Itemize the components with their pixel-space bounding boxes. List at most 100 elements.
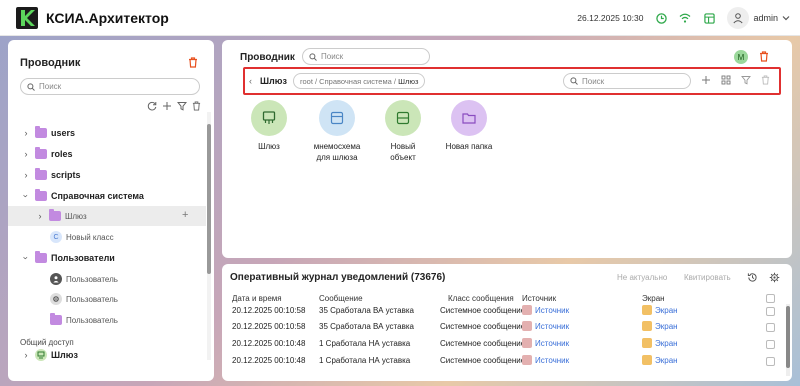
cell-source[interactable]: Источник — [522, 338, 569, 348]
screen-icon — [642, 305, 652, 315]
tree-item-user[interactable]: Пользователь — [8, 269, 206, 289]
current-folder-name: Шлюз — [260, 76, 287, 86]
column-header-message[interactable]: Сообщение — [319, 294, 363, 303]
cell-screen[interactable]: Экран — [642, 305, 678, 315]
column-header-source[interactable]: Источник — [522, 294, 556, 303]
row-checkbox[interactable] — [766, 340, 775, 349]
sidebar-title: Проводник — [20, 57, 81, 69]
grid-view-icon[interactable] — [721, 75, 731, 85]
chevron-right-icon[interactable]: › — [22, 149, 30, 159]
add-icon[interactable]: + — [182, 209, 188, 221]
row-checkbox[interactable] — [766, 307, 775, 316]
chevron-down-icon[interactable]: › — [21, 192, 31, 200]
add-icon[interactable] — [701, 75, 711, 85]
tree-item-shared-gateway[interactable]: › Шлюз — [8, 345, 206, 365]
tree-item-label: users — [51, 128, 76, 138]
layout-icon[interactable] — [703, 12, 715, 24]
cell-class: Системное сообщение — [440, 322, 526, 331]
add-icon[interactable] — [162, 101, 172, 111]
sidebar-scrollbar[interactable] — [207, 112, 211, 360]
search-icon — [570, 77, 578, 85]
user-settings-icon — [50, 293, 62, 305]
cell-source[interactable]: Источник — [522, 355, 569, 365]
chevron-right-icon[interactable]: › — [22, 170, 30, 180]
breadcrumb-current: Шлюз — [398, 76, 419, 86]
folder-icon — [35, 126, 47, 138]
sidebar-explorer: Проводник Поиск › users › roles › script… — [8, 40, 214, 381]
column-header-datetime[interactable]: Дата и время — [232, 294, 282, 303]
tile-new-folder[interactable]: Новая папка — [434, 100, 504, 152]
folder-icon — [35, 251, 47, 263]
table-row[interactable]: 20.12.2025 00:10:48 1 Сработала НА устав… — [222, 354, 782, 370]
mark-irrelevant-button[interactable]: Не актуально — [617, 273, 667, 282]
tile-label: мнемосхема для шлюза — [313, 142, 361, 162]
tree-item-label: Пользователи — [51, 253, 115, 263]
notification-journal: Оперативный журнал уведомлений (73676) Н… — [222, 264, 792, 381]
tile-new-object[interactable]: Новый объект — [368, 100, 438, 163]
user-badge[interactable]: M — [734, 50, 748, 64]
class-icon: C — [50, 231, 62, 243]
trash-icon[interactable] — [192, 101, 201, 111]
cell-screen[interactable]: Экран — [642, 321, 678, 331]
select-all-checkbox[interactable] — [766, 294, 775, 303]
breadcrumb[interactable]: root / Справочная система / Шлюз — [293, 73, 426, 89]
filter-icon[interactable] — [177, 101, 187, 111]
explorer-panel: Проводник Поиск M ‹ Шлюз root / Справочн… — [222, 40, 792, 258]
cell-source[interactable]: Источник — [522, 321, 569, 331]
chevron-right-icon[interactable]: › — [22, 350, 30, 360]
gateway-icon — [35, 349, 47, 361]
path-search-input[interactable]: Поиск — [563, 73, 691, 89]
path-bar: ‹ Шлюз root / Справочная система / Шлюз … — [243, 67, 781, 95]
acknowledge-button[interactable]: Квитировать — [684, 273, 731, 282]
tree-item-users[interactable]: › users — [8, 123, 206, 143]
cell-source[interactable]: Источник — [522, 305, 569, 315]
tree-item-help-system[interactable]: › Справочная система — [8, 186, 206, 206]
sidebar-search-input[interactable]: Поиск — [20, 78, 200, 95]
column-header-screen[interactable]: Экран — [642, 294, 665, 303]
refresh-icon[interactable] — [147, 101, 157, 111]
table-row[interactable]: 20.12.2025 00:10:58 35 Сработала ВА уста… — [222, 320, 782, 336]
folder-icon — [50, 313, 62, 325]
cell-datetime: 20.12.2025 00:10:48 — [232, 356, 306, 365]
chevron-down-icon — [782, 15, 790, 21]
tree-item-user[interactable]: Пользователь — [8, 289, 206, 309]
tree-item-user[interactable]: Пользователь — [8, 310, 206, 330]
chevron-down-icon[interactable]: › — [21, 254, 31, 262]
back-icon[interactable]: ‹ — [249, 76, 252, 86]
cell-message: 35 Сработала ВА уставка — [319, 322, 414, 331]
journal-scrollbar[interactable] — [786, 304, 790, 376]
tree-item-roles[interactable]: › roles — [8, 144, 206, 164]
trash-icon[interactable] — [759, 51, 769, 62]
cell-screen[interactable]: Экран — [642, 338, 678, 348]
tree-item-label: Шлюз — [65, 211, 87, 221]
column-header-class[interactable]: Класс сообщения — [448, 294, 514, 303]
chevron-right-icon[interactable]: › — [22, 128, 30, 138]
tree-item-scripts[interactable]: › scripts — [8, 165, 206, 185]
cell-datetime: 20.12.2025 00:10:48 — [232, 339, 306, 348]
filter-icon[interactable] — [741, 75, 751, 85]
tree-item-gateway[interactable]: › Шлюз + — [8, 206, 206, 226]
cell-screen[interactable]: Экран — [642, 355, 678, 365]
wifi-icon[interactable] — [679, 12, 691, 24]
folder-icon — [35, 168, 47, 180]
tile-mnemo[interactable]: мнемосхема для шлюза — [302, 100, 372, 163]
trash-icon[interactable] — [188, 57, 198, 68]
row-checkbox[interactable] — [766, 323, 775, 332]
cell-message: 35 Сработала ВА уставка — [319, 306, 414, 315]
trash-icon[interactable] — [761, 75, 770, 85]
tree-item-new-class[interactable]: C Новый класс — [8, 227, 206, 247]
table-row[interactable]: 20.12.2025 00:10:58 35 Сработала ВА уста… — [222, 304, 782, 320]
clock-icon[interactable] — [655, 12, 667, 24]
source-icon — [522, 355, 532, 365]
chevron-right-icon[interactable]: › — [36, 211, 44, 221]
user-menu[interactable]: admin — [727, 7, 790, 29]
history-icon[interactable] — [747, 272, 758, 283]
tree-item-users-folder[interactable]: › Пользователи — [8, 248, 206, 268]
tile-gateway[interactable]: Шлюз — [234, 100, 304, 152]
cell-class: Системное сообщение — [440, 339, 526, 348]
row-checkbox[interactable] — [766, 357, 775, 366]
explorer-search-input[interactable]: Поиск — [302, 48, 430, 65]
table-row[interactable]: 20.12.2025 00:10:48 1 Сработала НА устав… — [222, 337, 782, 353]
user-icon — [50, 273, 62, 285]
gear-icon[interactable] — [769, 272, 780, 283]
